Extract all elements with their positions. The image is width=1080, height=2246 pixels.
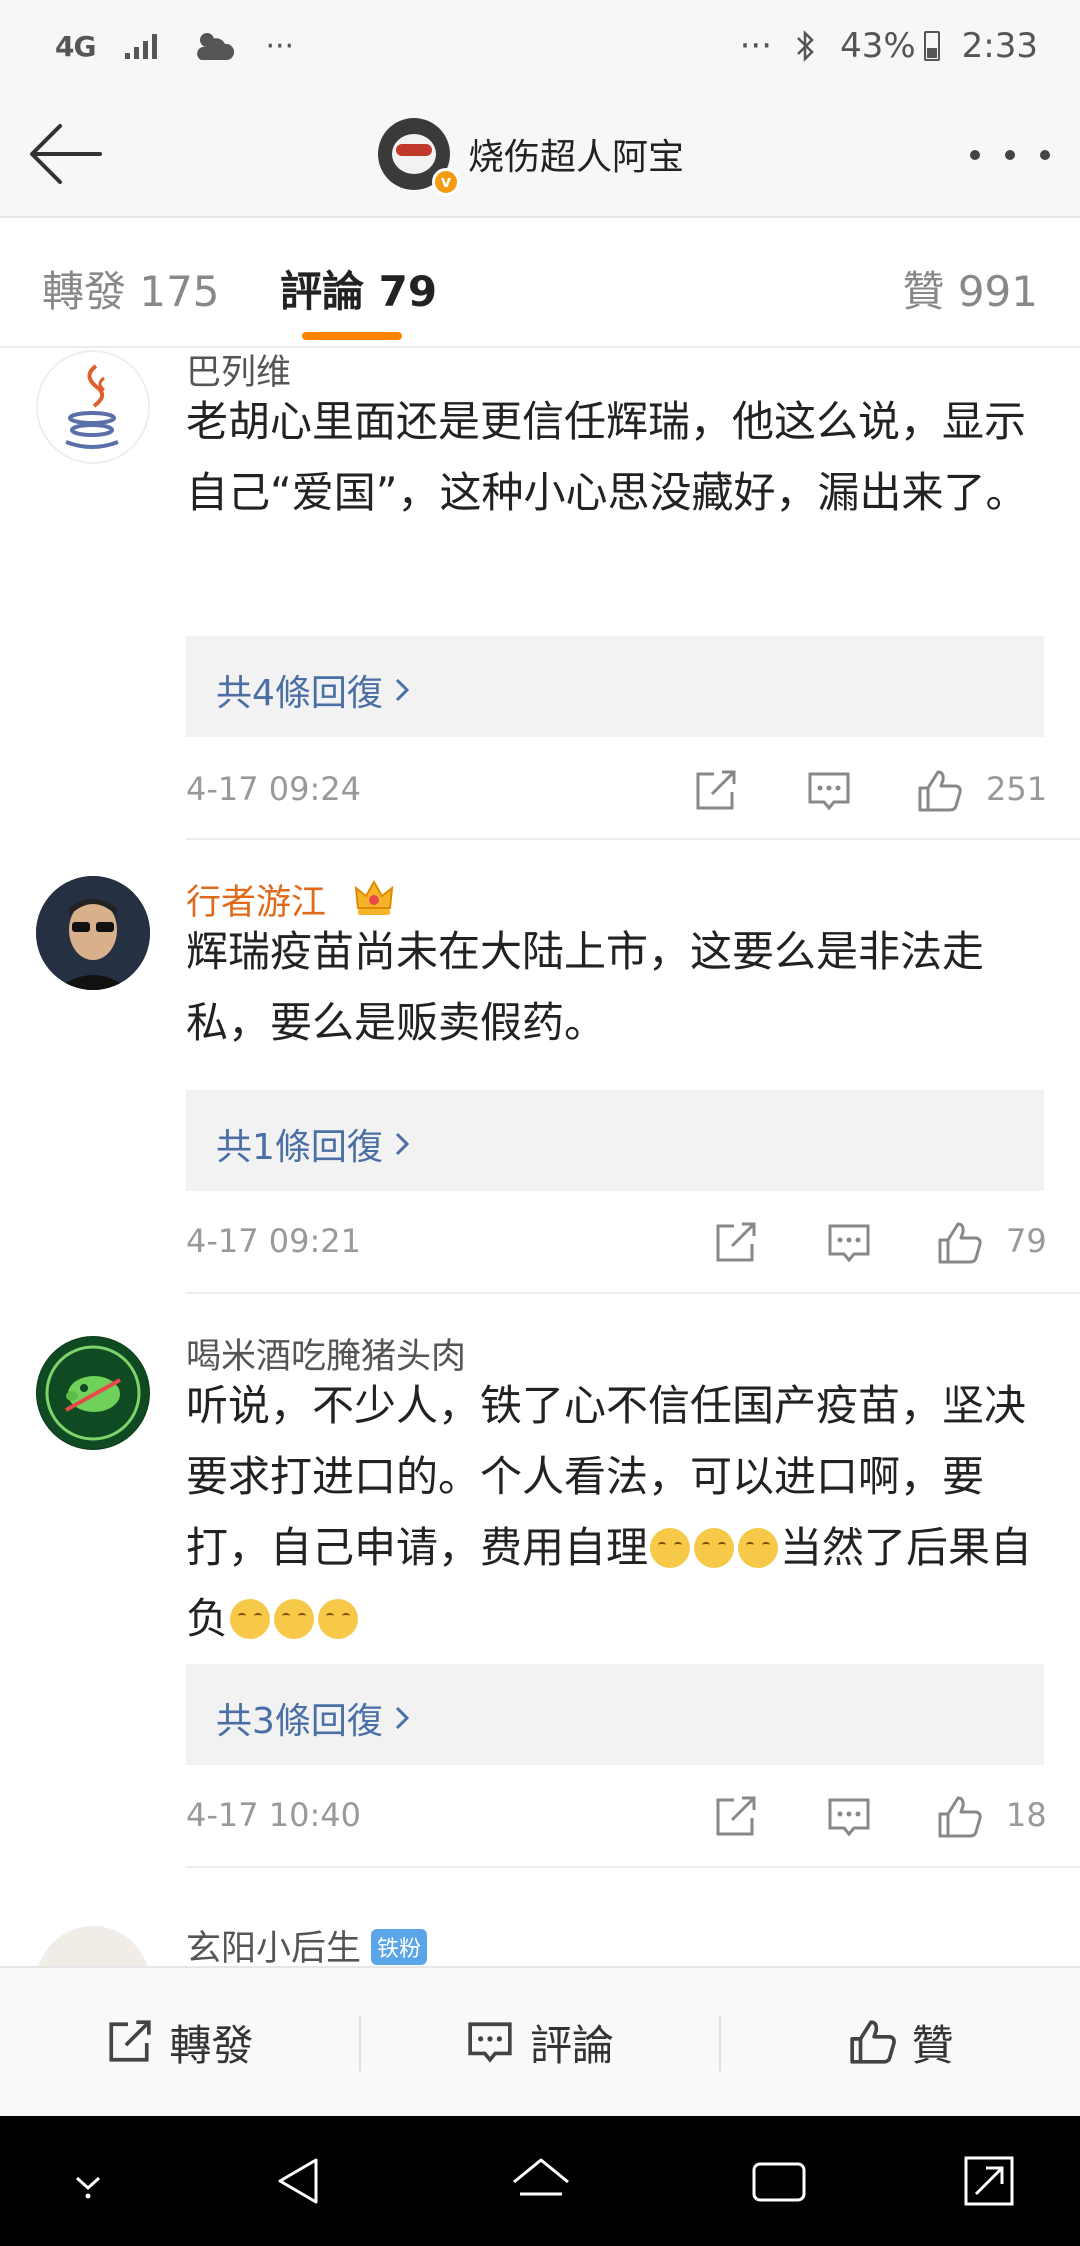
avatar[interactable]: [36, 350, 150, 464]
like-icon[interactable]: [916, 768, 962, 814]
reply-count-button[interactable]: 共1條回復: [186, 1090, 1044, 1191]
repost-icon[interactable]: [712, 1220, 758, 1266]
comment-meta: 4-17 10:40 18: [186, 1786, 1047, 1846]
reply-count-label: 共3條回復: [216, 1701, 383, 1742]
tab-repost[interactable]: 轉發 175: [42, 258, 220, 319]
chevron-right-icon: [395, 1132, 410, 1156]
battery-icon: [923, 31, 940, 61]
fan-badge: 铁粉: [371, 1929, 428, 1965]
smile-emoji-icon: [318, 1599, 359, 1639]
repost-icon[interactable]: [692, 768, 738, 814]
bottom-action-bar: 轉發 評論 贊: [0, 1966, 1080, 2116]
bluetooth-icon: [797, 29, 814, 63]
divider: [186, 1866, 1080, 1868]
reply-count-button[interactable]: 共3條回復: [186, 1664, 1044, 1765]
avatar[interactable]: [36, 1926, 150, 1966]
verified-badge: v: [432, 168, 460, 196]
active-tab-indicator: [302, 332, 402, 340]
divider: [186, 838, 1080, 840]
signal-icon: [125, 34, 158, 59]
tab-bar: 轉發 175 評論 79 贊 991: [0, 218, 1080, 348]
comment-meta: 4-17 09:24 251: [186, 760, 1048, 820]
like-icon[interactable]: [936, 1794, 982, 1840]
back-nav-icon[interactable]: [266, 2148, 332, 2214]
back-arrow-icon: [30, 124, 102, 184]
comment-text: 辉瑞疫苗尚未在大陆上市，这要么是非法走私，要么是贩卖假药。: [186, 927, 985, 1047]
comment-icon[interactable]: [826, 1220, 872, 1266]
crown-icon: [354, 879, 394, 915]
comment-button[interactable]: 評論: [361, 1968, 720, 2116]
comment-time: 4-17 10:40: [186, 1796, 362, 1834]
expand-nav-icon[interactable]: [956, 2148, 1022, 2214]
comment-icon[interactable]: [826, 1794, 872, 1840]
more-options-button[interactable]: [970, 130, 1050, 180]
like-count: 251: [986, 770, 1048, 808]
reply-count-button[interactable]: 共4條回復: [186, 636, 1044, 737]
like-label: 贊: [911, 2020, 954, 2070]
network-type: 4G: [55, 29, 96, 63]
hide-keyboard-icon[interactable]: [55, 2148, 121, 2214]
avatar[interactable]: [36, 876, 150, 990]
repost-icon: [109, 2020, 151, 2062]
status-bar: 4G ··· ··· 43% 2:33: [0, 0, 1080, 90]
smile-emoji-icon: [694, 1528, 735, 1568]
repost-icon[interactable]: [712, 1794, 758, 1840]
smile-emoji-icon: [230, 1599, 271, 1639]
status-more-left: ···: [265, 28, 295, 64]
like-icon: [850, 2020, 896, 2064]
smile-emoji-icon: [650, 1528, 691, 1568]
tab-comments[interactable]: 評論 79: [280, 258, 437, 319]
back-button[interactable]: [26, 116, 106, 192]
avatar[interactable]: [36, 1336, 150, 1450]
divider: [186, 1292, 1080, 1294]
title-bar: 烧伤超人阿宝 v: [0, 90, 1080, 218]
smile-emoji-icon: [738, 1528, 779, 1568]
comment-label: 評論: [530, 2020, 615, 2070]
comment-list[interactable]: 巴列维 老胡心里面还是更信任辉瑞，他这么说，显示自己“爱国”，这种小心思没藏好，…: [0, 350, 1080, 1966]
repost-label: 轉發: [169, 2020, 254, 2070]
reply-count-label: 共4條回復: [216, 673, 383, 714]
comment-meta: 4-17 09:21 79: [186, 1212, 1047, 1272]
like-icon[interactable]: [936, 1220, 982, 1266]
commenter-name[interactable]: 玄阳小后生 铁粉: [186, 1920, 428, 1966]
tab-likes[interactable]: 贊 991: [902, 258, 1038, 319]
like-count: 79: [1006, 1222, 1047, 1260]
like-count: 18: [1006, 1796, 1047, 1834]
recents-nav-icon[interactable]: [746, 2148, 812, 2214]
reply-count-label: 共1條回復: [216, 1127, 383, 1168]
smile-emoji-icon: [274, 1599, 315, 1639]
comment-text: 听说，不少人，铁了心不信任国产疫苗，坚决要求打进口的。个人看法，可以进口啊，要打…: [186, 1370, 1046, 1654]
clock: 2:33: [961, 26, 1038, 66]
person-photo-icon: [36, 876, 150, 990]
chevron-right-icon: [395, 1706, 410, 1730]
repost-button[interactable]: 轉發: [0, 1968, 359, 2116]
battery-percent: 43%: [840, 26, 916, 66]
commenter-name-text: 玄阳小后生: [186, 1929, 362, 1966]
status-more-right: ···: [739, 26, 773, 66]
weather-icon: [197, 33, 235, 60]
comment-time: 4-17 09:21: [186, 1222, 362, 1260]
java-logo-icon: [65, 364, 119, 449]
comment-text: 老胡心里面还是更信任辉瑞，他这么说，显示自己“爱国”，这种小心思没藏好，漏出来了…: [186, 397, 1028, 517]
like-button[interactable]: 贊: [721, 1968, 1080, 2116]
system-nav-bar: [0, 2116, 1080, 2246]
comment-time: 4-17 09:24: [186, 770, 362, 808]
comment-icon: [468, 2022, 512, 2063]
pig-logo-icon: [37, 1337, 149, 1449]
chevron-right-icon: [395, 678, 410, 702]
home-nav-icon[interactable]: [508, 2148, 574, 2214]
page-title: 烧伤超人阿宝: [468, 137, 685, 178]
profile-title[interactable]: 烧伤超人阿宝: [378, 116, 684, 192]
comment-icon[interactable]: [806, 768, 852, 814]
